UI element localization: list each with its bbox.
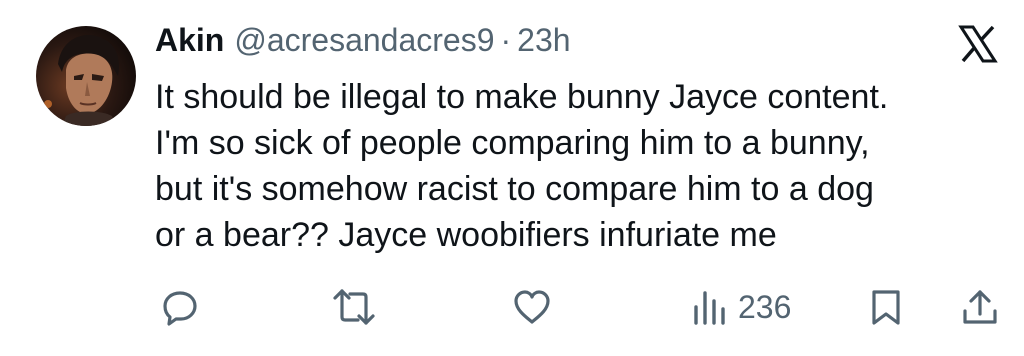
separator-dot: ·	[500, 22, 512, 58]
reply-button[interactable]	[160, 282, 200, 332]
bookmark-button[interactable]	[868, 282, 904, 332]
share-upload-icon	[963, 290, 997, 324]
bookmark-icon	[872, 290, 900, 325]
tweet-text-line: or a bear?? Jayce woobifiers infuriate m…	[155, 216, 777, 254]
tweet-text-line: I'm so sick of people comparing him to a…	[155, 124, 870, 162]
timestamp[interactable]: 23h	[517, 22, 570, 59]
heart-icon	[514, 290, 550, 324]
bar-chart-icon	[694, 291, 725, 325]
tweet-card[interactable]: Akin @acresandacres9 · 23h It should be …	[0, 0, 1024, 356]
tweet-text-line: but it's somehow racist to compare him t…	[155, 170, 874, 208]
author-name[interactable]: Akin	[155, 22, 224, 59]
tweet-actions: 236	[0, 282, 1024, 332]
views-count: 236	[738, 288, 792, 325]
author-handle[interactable]: @acresandacres9	[234, 22, 494, 59]
like-button[interactable]	[512, 282, 552, 332]
x-logo-icon[interactable]	[958, 24, 998, 64]
views-button[interactable]: 236	[692, 282, 791, 332]
tweet-header: Akin @acresandacres9 · 23h	[155, 22, 571, 66]
repost-arrows-icon	[333, 289, 375, 325]
repost-button[interactable]	[332, 282, 376, 332]
avatar[interactable]	[36, 26, 136, 126]
tweet-text-line: It should be illegal to make bunny Jayce…	[155, 78, 889, 116]
speech-bubble-icon	[163, 291, 197, 326]
avatar-portrait-icon	[36, 26, 136, 126]
tweet-text: It should be illegal to make bunny Jayce…	[155, 74, 1000, 258]
share-button[interactable]	[960, 282, 1000, 332]
